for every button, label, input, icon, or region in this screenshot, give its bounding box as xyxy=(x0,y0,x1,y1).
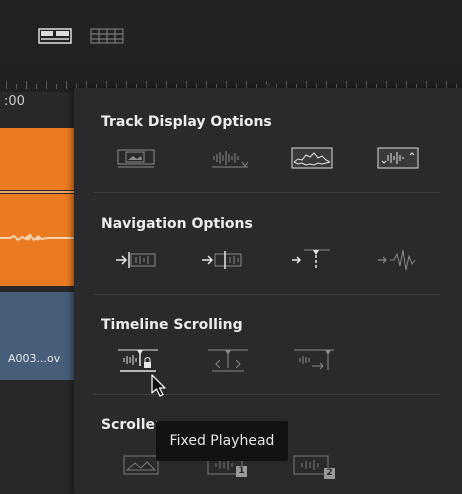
clip-divider xyxy=(0,191,80,193)
section-title-track-display: Track Display Options xyxy=(101,114,272,130)
go-to-start-icon[interactable] xyxy=(112,246,160,274)
mouse-cursor-icon xyxy=(150,373,170,399)
video-clip[interactable] xyxy=(0,128,80,190)
timecode-label: :00 xyxy=(4,94,25,109)
empty-track xyxy=(0,380,80,494)
fixed-playhead-icon[interactable] xyxy=(114,346,162,374)
section-title-navigation: Navigation Options xyxy=(101,216,253,232)
section-divider xyxy=(94,294,440,295)
ruler-tick xyxy=(46,81,47,89)
card-view-icon[interactable] xyxy=(38,28,72,44)
scroller-waveform-2-icon[interactable]: 2 xyxy=(292,450,340,479)
audio-clip-blue[interactable] xyxy=(0,292,80,380)
waveform-stack-icon[interactable] xyxy=(206,144,254,172)
list-view-icon[interactable] xyxy=(90,28,124,44)
track-height-icon[interactable] xyxy=(374,144,422,172)
section-divider xyxy=(94,394,440,395)
badge-one: 1 xyxy=(236,466,247,477)
ruler-tick xyxy=(6,81,7,89)
thumbnail-display-icon[interactable] xyxy=(112,144,160,172)
ruler-tick xyxy=(26,81,27,89)
section-divider xyxy=(94,192,440,193)
snap-playhead-icon[interactable] xyxy=(288,246,336,274)
tooltip-fixed-playhead: Fixed Playhead xyxy=(156,421,288,461)
toolbar xyxy=(0,0,462,70)
audio-waveform xyxy=(0,233,80,242)
section-title-scroller: Scroller xyxy=(101,417,162,433)
smooth-scroll-icon[interactable] xyxy=(204,346,252,374)
clip-label: A003...ov xyxy=(8,352,61,365)
audio-clip[interactable] xyxy=(0,194,80,286)
ruler-tick xyxy=(56,84,57,89)
go-to-playhead-icon[interactable] xyxy=(198,246,246,274)
full-waveform-icon[interactable] xyxy=(288,144,336,172)
ruler-tick xyxy=(66,81,67,89)
waveform-zoom-icon[interactable] xyxy=(374,246,422,274)
badge-two: 2 xyxy=(324,468,335,479)
ruler-tick xyxy=(16,84,17,89)
page-scroll-icon[interactable] xyxy=(290,346,338,374)
section-title-timeline-scrolling: Timeline Scrolling xyxy=(101,317,243,333)
ruler-tick xyxy=(36,84,37,89)
